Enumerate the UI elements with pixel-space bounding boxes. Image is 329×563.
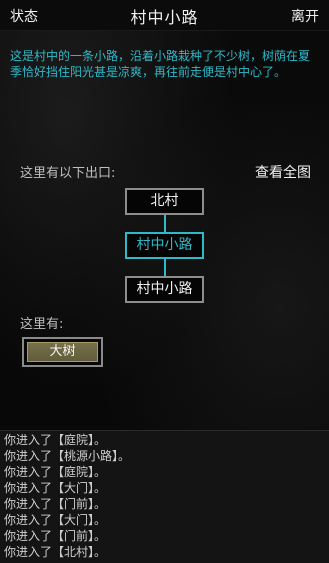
- location-title: 村中小路: [130, 8, 199, 27]
- here-label: 这里有:: [20, 317, 64, 332]
- log-line: 你进入了【庭院】。: [4, 433, 107, 447]
- leave-button[interactable]: 离开: [291, 6, 319, 26]
- map-connector-north: [164, 215, 166, 232]
- log-line: 你进入了【门前】。: [4, 497, 107, 511]
- location-description: 这是村中的一条小路，沿着小路栽种了不少树，树荫在夏季恰好挡住阳光甚是凉爽，再往前…: [10, 49, 311, 79]
- log-line: 你进入了【大门】。: [4, 481, 107, 495]
- view-full-map-button[interactable]: 查看全图: [255, 162, 311, 182]
- exit-south-button[interactable]: 村中小路: [125, 276, 204, 303]
- log-line: 你进入了【门前】。: [4, 529, 107, 543]
- log-line: 你进入了【北村】。: [4, 545, 107, 559]
- current-location-box: 村中小路: [125, 232, 204, 259]
- exit-north-button[interactable]: 北村: [125, 188, 204, 215]
- log-line: 你进入了【庭院】。: [4, 465, 107, 479]
- exits-header: 这里有以下出口:: [20, 166, 116, 181]
- log-line: 你进入了【桃源小路】。: [4, 449, 131, 463]
- game-screen: 状态 村中小路 离开 这是村中的一条小路，沿着小路栽种了不少树，树荫在夏季恰好挡…: [0, 0, 329, 563]
- item-tree-button[interactable]: 大树: [22, 337, 103, 367]
- log-line: 你进入了【大门】。: [4, 513, 107, 527]
- message-log: 你进入了【庭院】。 你进入了【桃源小路】。 你进入了【庭院】。 你进入了【大门】…: [0, 430, 329, 563]
- map-connector-south: [164, 259, 166, 276]
- item-tree-label: 大树: [27, 342, 98, 362]
- top-bar: 状态 村中小路 离开: [0, 0, 329, 31]
